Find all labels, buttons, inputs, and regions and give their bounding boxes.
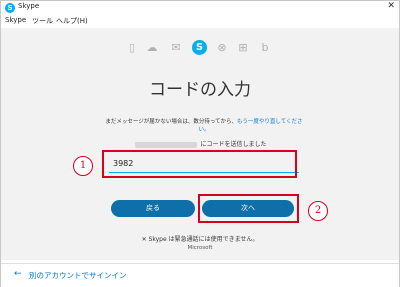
skype-icon: S [192,40,207,55]
onedrive-icon: ☁ [146,41,158,54]
windows-icon: ⊞ [238,41,248,54]
window-title: Skype [18,2,40,10]
emergency-text: Skype は緊急通話には使用できません。 [148,236,259,243]
page-title: コードの入力 [149,80,251,100]
signin-other-account-link[interactable]: 別のアカウントでサインイン [29,270,127,281]
menu-item-tools[interactable]: ツール [32,16,53,26]
code-sent-text: にコードを送信しました [200,141,267,148]
back-button[interactable]: 戻る [111,200,195,217]
back-arrow-icon[interactable]: ← [14,269,22,279]
microsoft-services-bar: ▯ ☁ ✉ S ⊗ ⊞ b [126,40,276,56]
skype-app-icon: S [5,3,15,13]
menu-bar: Skype ツール ヘルプ(H) [1,15,399,27]
skype-window: S Skype ✕ Skype ツール ヘルプ(H) ▯ ☁ ✉ S ⊗ ⊞ b… [0,0,400,287]
office-icon: ▯ [128,41,136,54]
info-text: まだメッセージが届かない場合は、数分待ってから、 [105,119,238,125]
content-area: ▯ ☁ ✉ S ⊗ ⊞ b コードの入力 まだメッセージが届かない場合は、数分待… [1,28,399,260]
highlight-box-input [102,150,297,178]
info-message: まだメッセージが届かない場合は、数分待ってから、もう一度やり直してください。 [104,118,304,134]
code-sent-line: にコードを送信しました [101,139,301,148]
redacted-email [135,141,198,148]
step-marker-2: 2 [308,201,328,221]
bing-icon: b [261,41,269,54]
footer-bar: ← 別のアカウントでサインイン [1,263,399,287]
xbox-icon: ⊗ [217,41,227,54]
outlook-icon: ✉ [171,41,181,54]
menu-item-skype[interactable]: Skype [5,16,26,24]
highlight-box-next [198,194,299,223]
emergency-notice: ✕ Skype は緊急通話には使用できません。 [1,234,399,243]
microsoft-label: Microsoft [187,245,213,251]
step-marker-1: 1 [73,156,93,176]
close-icon[interactable]: ✕ [387,1,395,11]
menu-item-help[interactable]: ヘルプ(H) [56,16,88,26]
title-bar: S Skype ✕ [1,1,399,15]
no-emergency-icon: ✕ [141,236,147,243]
